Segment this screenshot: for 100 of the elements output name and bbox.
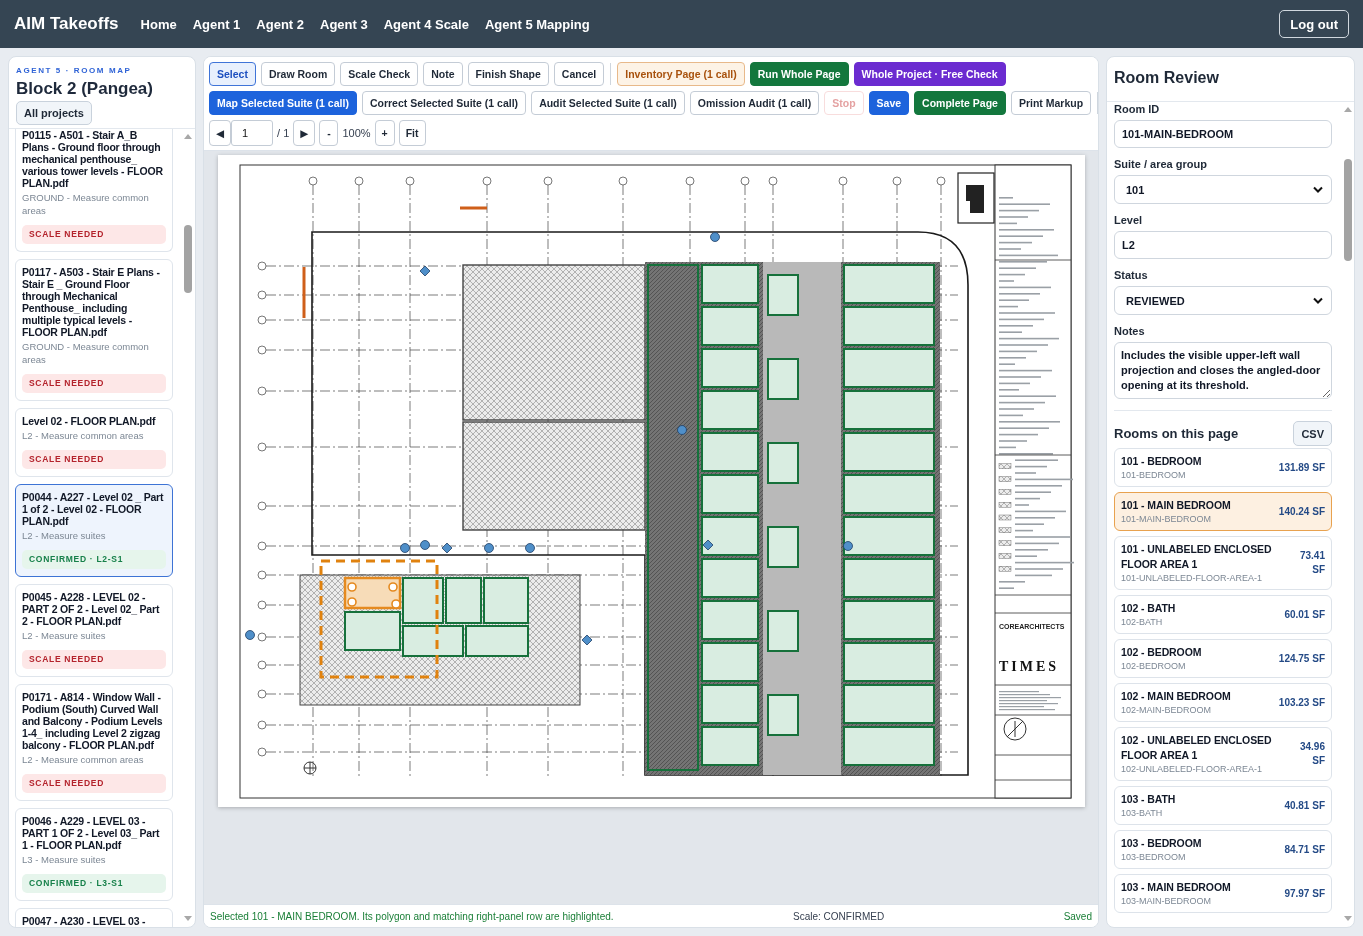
room-polygon bbox=[767, 274, 799, 316]
document-card[interactable]: P0115 - A501 - Stair A_B Plans - Ground floor through mechanical penthouse_ various tower levels - FLOOR PLAN.pdf GROUND - Measure common areas SCALE NEEDED bbox=[15, 129, 173, 252]
scroll-up-icon[interactable] bbox=[184, 134, 192, 139]
notes-field[interactable]: Includes the visible upper-left wall projection and closes the angled-door opening at its threshold. bbox=[1114, 342, 1332, 399]
page-count-label: / 1 bbox=[277, 127, 290, 139]
all-projects-button[interactable]: All projects bbox=[16, 101, 92, 125]
csv-export-button[interactable]: CSV bbox=[1293, 421, 1332, 446]
tool-button[interactable]: Scale Check bbox=[340, 62, 419, 86]
toolbar-button[interactable]: Finish Shape bbox=[467, 62, 549, 86]
scroll-up-icon[interactable] bbox=[1344, 107, 1352, 112]
scrollbar-thumb[interactable] bbox=[1344, 159, 1352, 261]
grid-bubble bbox=[257, 386, 267, 396]
document-card[interactable]: P0117 - A503 - Stair E Plans - Stair E _ Ground Floor through Mechanical Penthouse_ including multiple typical levels - FLOOR PLAN.pdf GROUND - Measure common areas SCALE NEEDED bbox=[15, 259, 173, 401]
status-message: Selected 101 - MAIN BEDROOM. Its polygon and matching right-panel row are highlighted. bbox=[210, 910, 614, 922]
nav-link[interactable]: Agent 3 bbox=[320, 16, 368, 32]
scrollbar-thumb[interactable] bbox=[184, 225, 192, 293]
room-row[interactable]: 101 - UNLABELED ENCLOSED FLOOR AREA 1 101-UNLABELED-FLOOR-AREA-1 73.41 SF bbox=[1114, 536, 1332, 590]
dropdown-field[interactable]: REVIEWED bbox=[1114, 286, 1332, 315]
document-title: P0115 - A501 - Stair A_B Plans - Ground floor through mechanical penthouse_ various tower levels - FLOOR PLAN.pdf bbox=[22, 129, 164, 189]
room-area: 60.01 SF bbox=[1284, 607, 1325, 622]
grid-bubble bbox=[257, 315, 267, 325]
document-card[interactable]: Level 02 - FLOOR PLAN.pdf L2 - Measure common areas SCALE NEEDED bbox=[15, 408, 173, 477]
room-name: 102 - UNLABELED ENCLOSED FLOOR AREA 1 bbox=[1121, 733, 1273, 763]
nav-link[interactable]: Home bbox=[140, 16, 177, 32]
document-subtitle: L2 - Measure common areas bbox=[22, 429, 145, 442]
circle-marker-icon bbox=[420, 540, 430, 550]
run-button[interactable]: Inventory Page (1 call) bbox=[617, 62, 745, 86]
room-row[interactable]: 101 - MAIN BEDROOM 101-MAIN-BEDROOM 140.24 SF bbox=[1114, 492, 1332, 531]
document-card[interactable]: P0171 - A814 - Window Wall - Podium (South) Curved Wall and Balcony - Podium Levels 1-4_ including Level 2 zigzag balcony - FLOOR PLAN.pdf L2 - Measure common areas SCALE NEEDED bbox=[15, 684, 173, 801]
room-polygon bbox=[701, 684, 759, 724]
action-button[interactable]: Omission Audit (1 call) bbox=[689, 91, 820, 115]
grid-bubble bbox=[257, 689, 267, 699]
action-button[interactable]: Save bbox=[868, 91, 910, 115]
room-name: 103 - BEDROOM bbox=[1121, 836, 1203, 851]
room-polygon bbox=[767, 442, 799, 484]
room-row[interactable]: 103 - BEDROOM 103-BEDROOM 84.71 SF bbox=[1114, 830, 1332, 869]
tool-button[interactable]: Select bbox=[209, 62, 256, 86]
room-name: 102 - BEDROOM bbox=[1121, 645, 1203, 660]
document-card[interactable]: P0047 - A230 - LEVEL 03 - bbox=[15, 908, 173, 927]
room-polygon bbox=[344, 611, 401, 651]
scroll-down-icon[interactable] bbox=[1344, 916, 1352, 921]
nav-link[interactable]: Agent 5 Mapping bbox=[484, 16, 590, 32]
zoom-level-label: 100% bbox=[342, 127, 371, 139]
page-number-field[interactable]: 1 bbox=[231, 120, 274, 146]
chevron-down-icon bbox=[1313, 186, 1323, 193]
room-id: 103-BATH bbox=[1121, 807, 1164, 819]
run-button[interactable]: Run Whole Page bbox=[749, 62, 849, 86]
tool-button[interactable]: Note bbox=[423, 62, 463, 86]
run-button[interactable]: Whole Project · Free Check bbox=[853, 62, 1006, 86]
room-row[interactable]: 102 - BATH 102-BATH 60.01 SF bbox=[1114, 595, 1332, 634]
status-badge: SCALE NEEDED bbox=[22, 774, 166, 793]
tool-button[interactable]: Draw Room bbox=[260, 62, 336, 86]
grid-bubble bbox=[257, 345, 267, 355]
circle-marker-icon bbox=[843, 541, 853, 551]
room-row[interactable]: 101 - BEDROOM 101-BEDROOM 131.89 SF bbox=[1114, 448, 1332, 487]
text-field[interactable]: L2 bbox=[1114, 231, 1332, 259]
field-label: Level bbox=[1114, 214, 1144, 227]
project-title: Block 2 (Pangea) bbox=[16, 78, 154, 100]
room-row[interactable]: 103 - MAIN BEDROOM 103-MAIN-BEDROOM 97.97 SF bbox=[1114, 874, 1332, 913]
room-id: 103-BEDROOM bbox=[1121, 851, 1187, 863]
zoom-out-button[interactable]: - bbox=[319, 120, 339, 146]
dropdown-field[interactable]: 101 bbox=[1114, 175, 1332, 204]
field-label: Suite / area group bbox=[1114, 158, 1208, 171]
document-subtitle: L3 - Measure suites bbox=[22, 853, 107, 866]
room-id: 101-MAIN-BEDROOM bbox=[1121, 513, 1212, 525]
level-symbol-icon bbox=[303, 761, 317, 775]
previous-page-button[interactable]: ◀ bbox=[209, 120, 232, 146]
text-field[interactable]: 101-MAIN-BEDROOM bbox=[1114, 120, 1332, 148]
zoom-in-button[interactable]: + bbox=[374, 120, 395, 146]
next-page-button[interactable]: ▶ bbox=[293, 120, 316, 146]
grid-bubble bbox=[257, 290, 267, 300]
action-button[interactable]: Print Markup bbox=[1010, 91, 1092, 115]
document-subtitle: L2 - Measure suites bbox=[22, 529, 107, 542]
nav-link[interactable]: Agent 2 bbox=[256, 16, 304, 32]
grid-bubble bbox=[405, 176, 415, 186]
room-row[interactable]: 102 - UNLABELED ENCLOSED FLOOR AREA 1 102-UNLABELED-FLOOR-AREA-1 34.96 SF bbox=[1114, 727, 1332, 781]
room-area: 97.97 SF bbox=[1284, 886, 1325, 901]
document-card[interactable]: P0044 - A227 - Level 02 _ Part 1 of 2 - Level 02 - FLOOR PLAN.pdf L2 - Measure suites CONFIRMED · L2-S1 bbox=[15, 484, 173, 577]
document-card[interactable]: P0046 - A229 - LEVEL 03 - PART 1 OF 2 - Level 03_ Part 1 - FLOOR PLAN.pdf L3 - Measure suites CONFIRMED · L3-S1 bbox=[15, 808, 173, 901]
action-button[interactable]: Correct Selected Suite (1 call) bbox=[361, 91, 527, 115]
app-title: AIM Takeoffs bbox=[14, 14, 119, 34]
action-button[interactable]: Audit Selected Suite (1 call) bbox=[531, 91, 685, 115]
document-card[interactable]: P0045 - A228 - LEVEL 02 - PART 2 OF 2 - Level 02_ Part 2 - FLOOR PLAN.pdf L2 - Measure suites SCALE NEEDED bbox=[15, 584, 173, 677]
action-button[interactable]: Complete Page bbox=[914, 91, 1006, 115]
scroll-down-icon[interactable] bbox=[184, 916, 192, 921]
nav-link[interactable]: Agent 1 bbox=[192, 16, 241, 32]
document-subtitle: L2 - Measure suites bbox=[22, 629, 107, 642]
action-button[interactable]: Map Selected Suite (1 call) bbox=[209, 91, 357, 115]
room-polygon bbox=[701, 642, 759, 682]
room-row[interactable]: 102 - BEDROOM 102-BEDROOM 124.75 SF bbox=[1114, 639, 1332, 678]
logout-button[interactable]: Log out bbox=[1279, 10, 1349, 38]
nav-link[interactable]: Agent 4 Scale bbox=[383, 16, 469, 32]
room-row[interactable]: 102 - MAIN BEDROOM 102-MAIN-BEDROOM 103.23 SF bbox=[1114, 683, 1332, 722]
toolbar-button[interactable]: Cancel bbox=[553, 62, 605, 86]
room-polygon bbox=[701, 306, 759, 346]
chevron-down-icon bbox=[1313, 297, 1323, 304]
room-row[interactable]: 103 - BATH 103-BATH 40.81 SF bbox=[1114, 786, 1332, 825]
diamond-marker-icon bbox=[581, 634, 593, 646]
circle-marker-icon bbox=[710, 232, 720, 242]
fit-button[interactable]: Fit bbox=[398, 120, 426, 146]
